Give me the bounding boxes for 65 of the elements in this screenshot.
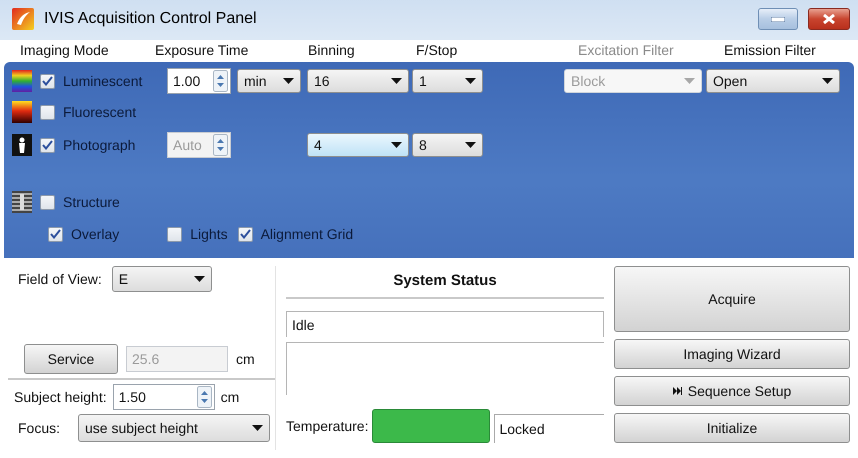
mode-label: Luminescent [63, 73, 142, 89]
figure-icon [12, 134, 32, 156]
binning-dropdown[interactable]: 16 [307, 69, 409, 93]
lock-state-field: Locked [494, 414, 604, 442]
minimize-icon [771, 16, 785, 22]
field-label: Focus: [18, 420, 60, 436]
dropdown-caret-icon [465, 78, 476, 84]
mode-label: Structure [63, 194, 120, 210]
fstop-dropdown[interactable]: 1 [412, 69, 483, 93]
minimize-button[interactable] [758, 8, 798, 30]
focus-dropdown[interactable]: use subject height [78, 414, 270, 442]
dropdown-caret-icon [252, 425, 264, 431]
checkbox[interactable] [40, 104, 55, 120]
dropdown-caret-icon [822, 78, 833, 84]
option-label: Overlay [71, 226, 120, 242]
checkbox[interactable] [167, 226, 182, 242]
app-logo-icon [12, 8, 34, 30]
spin-arrows-icon[interactable] [196, 386, 212, 408]
section-title: System Status [392, 272, 498, 289]
mode-label: Photograph [63, 137, 136, 153]
emission-dropdown[interactable]: Open [706, 69, 840, 93]
action-button[interactable]: Initialize [614, 413, 850, 443]
dropdown-caret-icon [391, 142, 402, 148]
action-button[interactable]: Imaging Wizard [614, 339, 850, 369]
checkbox[interactable] [40, 194, 55, 210]
field-label: Field of View: [18, 271, 102, 287]
binning-dropdown[interactable]: 4 [307, 133, 409, 157]
status-field: Idle [286, 311, 604, 337]
dropdown-caret-icon [391, 78, 402, 84]
heat-gradient-icon [12, 101, 32, 123]
spin-arrows-icon[interactable] [213, 70, 228, 92]
field-label: Temperature: [286, 418, 368, 434]
unit-label: cm [220, 389, 240, 405]
subject-height-field[interactable]: 1.50 [112, 384, 215, 410]
field-label: Subject height: [14, 389, 107, 405]
rainbow-icon [12, 70, 32, 92]
dropdown-caret-icon [283, 78, 294, 84]
window-title: IVIS Acquisition Control Panel [44, 10, 258, 28]
acquire-button[interactable]: Acquire [614, 266, 850, 332]
column-header: Excitation Filter [578, 42, 675, 58]
column-header: Imaging Mode [20, 42, 110, 58]
checkbox[interactable] [48, 226, 63, 242]
dropdown-caret-icon [684, 78, 695, 84]
checkbox[interactable] [238, 226, 253, 242]
option-label: Lights [190, 226, 228, 242]
column-header: F/Stop [416, 42, 458, 58]
fast-forward-icon [672, 387, 682, 395]
column-header: Exposure Time [155, 42, 250, 58]
mode-label: Fluorescent [63, 104, 136, 120]
striped-figure-icon [12, 191, 32, 213]
checkbox[interactable] [40, 138, 55, 152]
dropdown-caret-icon [465, 142, 476, 148]
unit-dropdown[interactable]: min [237, 69, 301, 93]
option-label: Alignment Grid [260, 226, 354, 242]
dropdown-caret-icon [194, 276, 205, 282]
column-header: Binning [308, 42, 356, 58]
column-header: Emission Filter [724, 42, 817, 58]
checkbox[interactable] [40, 74, 55, 88]
close-button[interactable] [808, 8, 850, 30]
fstop-dropdown[interactable]: 8 [412, 133, 483, 157]
unit-label: cm [236, 351, 255, 367]
exposure-field[interactable]: 1.00 [167, 68, 231, 94]
sequence-button[interactable]: Sequence Setup [614, 376, 850, 406]
close-icon [823, 14, 835, 24]
field-of-view-dropdown[interactable]: E [112, 266, 212, 292]
